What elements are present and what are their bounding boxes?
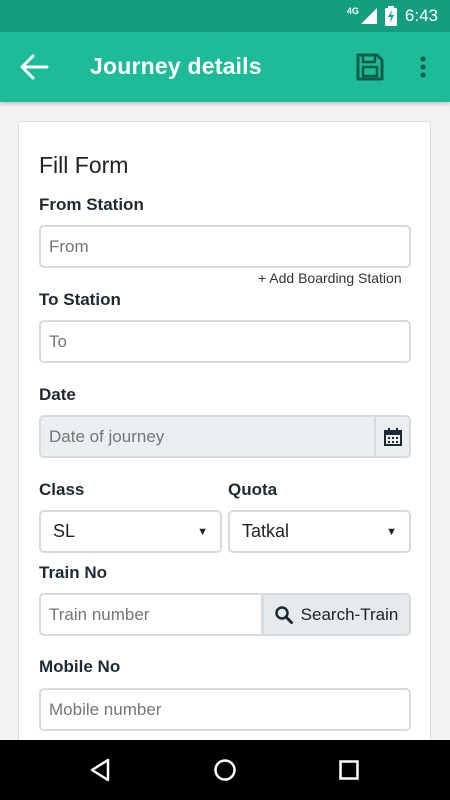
clock: 6:43 xyxy=(404,6,438,25)
search-train-label: Search-Train xyxy=(300,604,399,624)
nav-recents-button[interactable] xyxy=(332,753,366,787)
nav-home-button[interactable] xyxy=(208,753,242,787)
date-input[interactable] xyxy=(39,415,376,458)
more-vert-icon xyxy=(420,56,426,78)
mobile-no-label: Mobile No xyxy=(39,657,121,676)
mobile-number-input[interactable] xyxy=(39,688,411,731)
from-station-label: From Station xyxy=(39,195,144,214)
nav-home-icon xyxy=(214,759,236,781)
form-title: Fill Form xyxy=(39,152,129,178)
nav-recents-icon xyxy=(339,760,359,780)
floppy-disk-icon xyxy=(356,53,384,81)
arrow-back-icon xyxy=(20,54,49,80)
date-label: Date xyxy=(39,385,76,404)
status-bar: 4G 6:43 xyxy=(0,0,450,32)
class-selected-value: SL xyxy=(53,521,76,541)
quota-selected-value: Tatkal xyxy=(242,521,290,541)
status-icons: 4G 6:43 xyxy=(347,0,438,32)
back-button[interactable] xyxy=(14,49,54,85)
calendar-icon xyxy=(383,427,402,446)
battery-charging-icon xyxy=(384,6,397,26)
save-button[interactable] xyxy=(350,49,390,85)
more-options-button[interactable] xyxy=(408,49,438,85)
app-bar: Journey details xyxy=(0,32,450,102)
quota-select[interactable]: Tatkal ▼ xyxy=(228,510,411,553)
class-select[interactable]: SL ▼ xyxy=(39,510,222,553)
dropdown-caret-icon: ▼ xyxy=(197,525,208,538)
search-train-button[interactable]: Search-Train xyxy=(262,593,411,636)
to-station-label: To Station xyxy=(39,290,121,309)
class-label: Class xyxy=(39,480,85,499)
add-boarding-station-link[interactable]: + Add Boarding Station xyxy=(258,270,402,286)
signal-icon xyxy=(360,8,377,24)
from-station-input[interactable] xyxy=(39,225,411,268)
system-nav-bar xyxy=(0,740,450,800)
quota-label: Quota xyxy=(228,480,278,499)
page-title: Journey details xyxy=(90,53,262,79)
nav-back-icon xyxy=(90,758,110,782)
train-number-input[interactable] xyxy=(39,593,263,636)
network-type: 4G xyxy=(346,6,359,16)
dropdown-caret-icon: ▼ xyxy=(386,525,397,538)
calendar-button[interactable] xyxy=(375,415,411,458)
to-station-input[interactable] xyxy=(39,320,411,363)
nav-back-button[interactable] xyxy=(83,753,117,787)
search-icon xyxy=(274,605,293,624)
train-no-label: Train No xyxy=(39,563,108,582)
